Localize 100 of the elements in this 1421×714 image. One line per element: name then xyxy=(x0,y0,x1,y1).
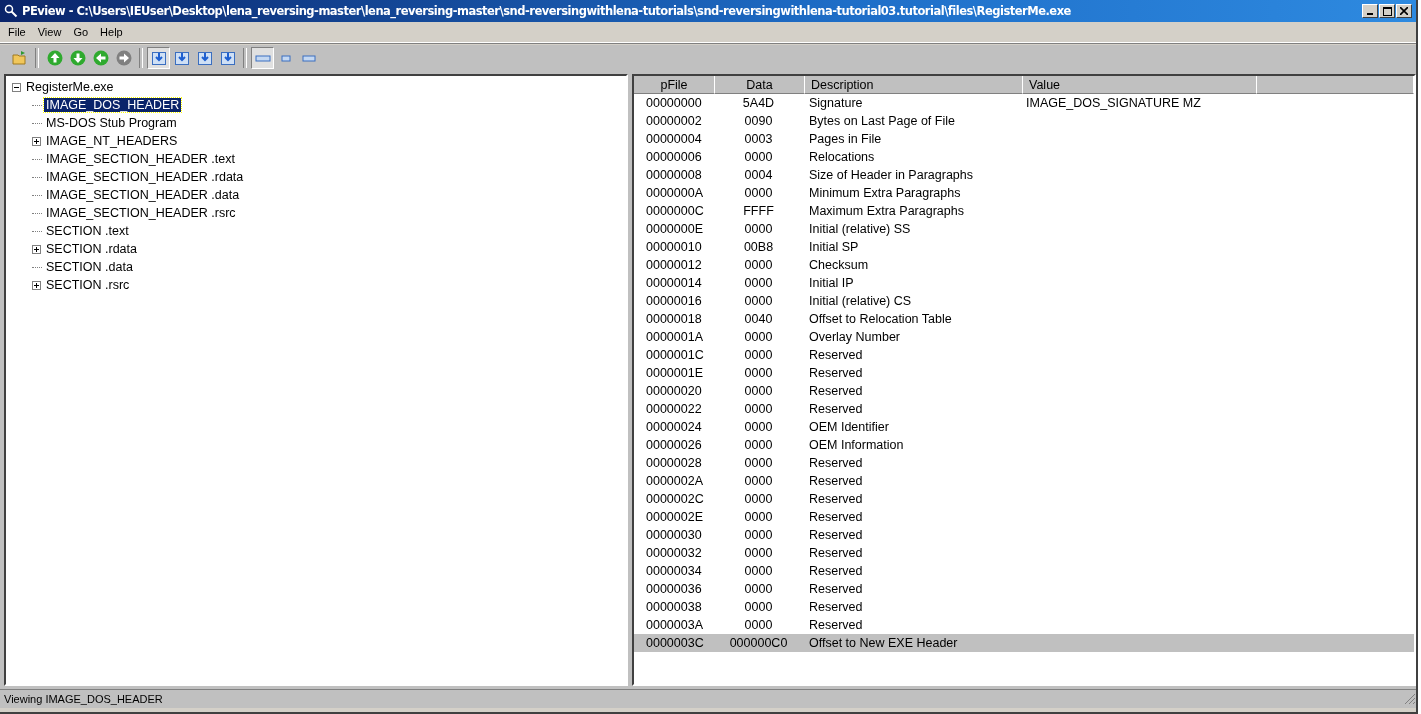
maximize-button[interactable] xyxy=(1379,4,1395,18)
table-cell-text: Reserved xyxy=(808,348,864,362)
table-row[interactable]: 00000032 0000 Reserved xyxy=(634,544,1414,562)
expand-icon[interactable] xyxy=(32,244,41,254)
table-cell-text: 00000032 xyxy=(645,546,703,560)
table-row[interactable]: 00000008 0004 Size of Header in Paragraphs xyxy=(634,166,1414,184)
table-row[interactable]: 00000010 00B8 Initial SP xyxy=(634,238,1414,256)
table-cell-text: 0090 xyxy=(743,114,774,128)
table-row[interactable]: 00000006 0000 Relocations xyxy=(634,148,1414,166)
table-row[interactable]: 00000038 0000 Reserved xyxy=(634,598,1414,616)
table-cell-text: 0000001C xyxy=(645,348,705,362)
table-cell-text: OEM Identifier xyxy=(808,420,890,434)
table-row[interactable]: 00000012 0000 Checksum xyxy=(634,256,1414,274)
table-cell-text: Reserved xyxy=(808,618,864,632)
expand-icon[interactable] xyxy=(32,136,41,146)
table-cell-text: 00000000 xyxy=(645,96,703,110)
table-row[interactable]: 00000022 0000 Reserved xyxy=(634,400,1414,418)
tree-item[interactable]: IMAGE_SECTION_HEADER .text xyxy=(44,152,237,166)
table-cell-text: Size of Header in Paragraphs xyxy=(808,168,974,182)
table-cell-text: 00000016 xyxy=(645,294,703,308)
table-cell-text: 5A4D xyxy=(741,96,776,110)
table-row[interactable]: 0000001E 0000 Reserved xyxy=(634,364,1414,382)
table-row[interactable]: 00000028 0000 Reserved xyxy=(634,454,1414,472)
collapse-icon[interactable] xyxy=(12,82,21,92)
table-row[interactable]: 0000002C 0000 Reserved xyxy=(634,490,1414,508)
table-cell-text: 00000038 xyxy=(645,600,703,614)
expand-icon[interactable] xyxy=(32,280,41,290)
table-cell-text: Reserved xyxy=(808,546,864,560)
magnifier-icon xyxy=(4,4,18,18)
view-button[interactable] xyxy=(251,47,274,69)
tree-item[interactable]: IMAGE_SECTION_HEADER .rsrc xyxy=(44,206,238,220)
tree-item[interactable]: SECTION .text xyxy=(44,224,131,238)
view-button[interactable] xyxy=(147,47,170,69)
table-cell-text: 0000003A xyxy=(645,618,704,632)
table-row[interactable]: 00000004 0003 Pages in File xyxy=(634,130,1414,148)
table-cell-text: 0000002C xyxy=(645,492,705,506)
tree-item[interactable]: SECTION .rsrc xyxy=(44,278,132,292)
table-cell-text: Reserved xyxy=(808,600,864,614)
table-row[interactable]: 0000000A 0000 Minimum Extra Paragraphs xyxy=(634,184,1414,202)
table-cell-text: Reserved xyxy=(808,582,864,596)
table-cell-text: 0000 xyxy=(743,528,774,542)
table-cell-text: OEM Information xyxy=(808,438,905,452)
table-cell-text: 0000000A xyxy=(645,186,704,200)
table-row[interactable]: 0000002E 0000 Reserved xyxy=(634,508,1414,526)
table-cell-text: 0000001A xyxy=(645,330,704,344)
table-row[interactable]: 0000001A 0000 Overlay Number xyxy=(634,328,1414,346)
menu-item[interactable]: File xyxy=(2,26,32,38)
table-cell-text: Offset to New EXE Header xyxy=(808,636,959,650)
table-cell-text: 0000001E xyxy=(645,366,704,380)
column-header[interactable]: Value xyxy=(1023,76,1257,94)
table-cell-text: Reserved xyxy=(808,528,864,542)
tree-item[interactable]: SECTION .rdata xyxy=(44,242,139,256)
tree-item[interactable]: IMAGE_SECTION_HEADER .rdata xyxy=(44,170,246,184)
column-header[interactable]: Data xyxy=(715,76,805,94)
table-cell-text: 00000034 xyxy=(645,564,703,578)
table-cell-text: 0000 xyxy=(743,186,774,200)
minimize-button[interactable] xyxy=(1362,4,1378,18)
window-title: PEview - C:\Users\IEUser\Desktop\lena_reversing-master\lena_reversing-master\snd-reversingwithlena-tutorials\snd-reversingwithlena-tutorial03.tutorial\files\RegisterMe.exe xyxy=(22,4,1071,18)
table-cell-text: Reserved xyxy=(808,492,864,506)
tree-item[interactable]: IMAGE_NT_HEADERS xyxy=(44,134,180,148)
table-row[interactable]: 0000003C 000000C0 Offset to New EXE Header xyxy=(634,634,1414,652)
table-row[interactable]: 0000003A 0000 Reserved xyxy=(634,616,1414,634)
arrow-circle-icon xyxy=(115,50,132,66)
table-row[interactable]: 00000014 0000 Initial IP xyxy=(634,274,1414,292)
table-row[interactable]: 00000036 0000 Reserved xyxy=(634,580,1414,598)
menu-item[interactable]: Help xyxy=(94,26,129,38)
table-row[interactable]: 00000024 0000 OEM Identifier xyxy=(634,418,1414,436)
table-cell-text: Signature xyxy=(808,96,864,110)
tree-item[interactable]: IMAGE_DOS_HEADER xyxy=(44,98,182,112)
tree-item[interactable]: RegisterMe.exe xyxy=(24,80,116,94)
close-icon xyxy=(1400,7,1408,15)
table-cell-text: Initial (relative) CS xyxy=(808,294,913,308)
table-row[interactable]: 00000020 0000 Reserved xyxy=(634,382,1414,400)
table-row[interactable]: 00000018 0040 Offset to Relocation Table xyxy=(634,310,1414,328)
table-row[interactable]: 00000002 0090 Bytes on Last Page of File xyxy=(634,112,1414,130)
table-cell-text: 00000018 xyxy=(645,312,703,326)
table-cell-text: Checksum xyxy=(808,258,870,272)
table-row[interactable]: 00000026 0000 OEM Information xyxy=(634,436,1414,454)
table-cell-text: Reserved xyxy=(808,366,864,380)
table-cell-text: 00000024 xyxy=(645,420,703,434)
table-row[interactable]: 00000030 0000 Reserved xyxy=(634,526,1414,544)
tree-item[interactable]: SECTION .data xyxy=(44,260,135,274)
menu-item[interactable]: View xyxy=(31,26,68,38)
table-row[interactable]: 00000000 5A4D Signature IMAGE_DOS_SIGNATURE MZ xyxy=(634,94,1414,112)
tree-item[interactable]: IMAGE_SECTION_HEADER .data xyxy=(44,188,242,202)
close-button[interactable] xyxy=(1396,4,1412,18)
table-row[interactable]: 0000002A 0000 Reserved xyxy=(634,472,1414,490)
table-row[interactable]: 0000000C FFFF Maximum Extra Paragraphs xyxy=(634,202,1414,220)
table-row[interactable]: 00000016 0000 Initial (relative) CS xyxy=(634,292,1414,310)
table-row[interactable]: 0000001C 0000 Reserved xyxy=(634,346,1414,364)
column-header[interactable]: Description xyxy=(805,76,1023,94)
tree-item[interactable]: MS-DOS Stub Program xyxy=(44,116,179,130)
table-cell-text: Reserved xyxy=(808,474,864,488)
column-header[interactable]: pFile xyxy=(634,76,715,94)
table-cell-text: 00000030 xyxy=(645,528,703,542)
table-cell-text: 0000002A xyxy=(645,474,704,488)
table-row[interactable]: 0000000E 0000 Initial (relative) SS xyxy=(634,220,1414,238)
table-row[interactable]: 00000034 0000 Reserved xyxy=(634,562,1414,580)
menu-item[interactable]: Go xyxy=(67,26,95,38)
table-cell-text: Maximum Extra Paragraphs xyxy=(808,204,965,218)
